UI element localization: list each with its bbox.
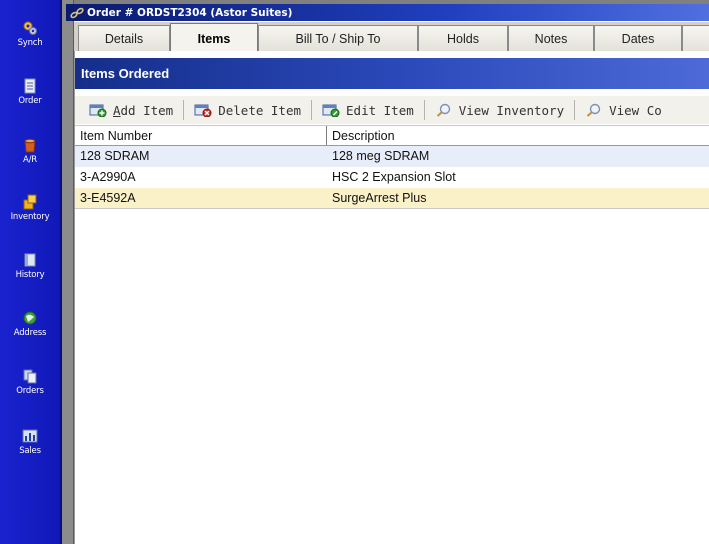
window-title: Order # ORDST2304 (Astor Suites) xyxy=(87,6,293,19)
view-inventory-label: View Inventory xyxy=(458,102,565,118)
sidebar-item-label: Order xyxy=(18,96,42,106)
column-header-item-number[interactable]: Item Number xyxy=(75,126,327,145)
sidebar-item-history[interactable]: History xyxy=(0,252,60,296)
sidebar: Synch Order A/R Inventory History Addres… xyxy=(0,0,62,544)
inventory-boxes-icon xyxy=(23,194,37,210)
item-number-cell: 128 SDRAM xyxy=(80,149,150,163)
view-inventory-button[interactable]: View Inventory xyxy=(429,98,570,122)
add-item-icon xyxy=(89,104,107,117)
tab-holds[interactable]: Holds xyxy=(418,25,508,52)
sidebar-item-ar[interactable]: A/R xyxy=(0,137,60,181)
edit-item-label: Edit Item xyxy=(346,102,414,118)
tab-notes[interactable]: Notes xyxy=(508,25,594,52)
section-header: Items Ordered xyxy=(75,58,709,89)
sales-chart-icon xyxy=(22,429,38,443)
tab-bill-to-ship-to[interactable]: Bill To / Ship To xyxy=(258,25,418,52)
item-number-cell: 3-E4592A xyxy=(80,191,136,205)
sidebar-item-order[interactable]: Order xyxy=(0,78,60,122)
tab-dates[interactable]: Dates xyxy=(594,25,682,52)
sidebar-item-label: Address xyxy=(13,328,47,338)
description-cell: SurgeArrest Plus xyxy=(332,191,427,205)
link-chain-icon xyxy=(70,7,84,18)
table-row[interactable]: 128 SDRAM 128 meg SDRAM xyxy=(75,146,709,167)
sidebar-item-inventory[interactable]: Inventory xyxy=(0,194,60,238)
edit-item-icon xyxy=(322,104,340,117)
orders-stack-icon xyxy=(23,369,37,384)
table-row-selected[interactable]: 3-E4592A SurgeArrest Plus xyxy=(75,188,709,209)
sidebar-item-label: Synch xyxy=(17,38,43,48)
tab-items[interactable]: Items xyxy=(170,23,258,53)
delete-item-button[interactable]: Delete Item xyxy=(188,98,307,122)
view-other-label: View Co xyxy=(609,102,662,118)
delete-item-icon xyxy=(194,104,212,117)
sidebar-item-sales[interactable]: Sales xyxy=(0,428,60,472)
toolbar-separator xyxy=(183,100,185,120)
splitter[interactable] xyxy=(62,0,74,544)
magnifier-icon xyxy=(586,103,601,117)
window-title-bar[interactable]: Order # ORDST2304 (Astor Suites) xyxy=(66,4,709,21)
table-row[interactable]: 3-A2990A HSC 2 Expansion Slot xyxy=(75,167,709,188)
item-number-cell: 3-A2990A xyxy=(80,170,136,184)
view-other-button[interactable]: View Co xyxy=(579,98,668,122)
ar-bucket-icon xyxy=(24,138,36,153)
description-cell: 128 meg SDRAM xyxy=(332,149,430,163)
sidebar-item-orders[interactable]: Orders xyxy=(0,368,60,412)
delete-item-label: Delete Item xyxy=(218,102,302,118)
history-book-icon xyxy=(24,253,36,267)
description-cell: HSC 2 Expansion Slot xyxy=(332,170,456,184)
address-globe-icon xyxy=(23,311,37,325)
edit-item-button[interactable]: Edit Item xyxy=(316,98,420,122)
sidebar-item-address[interactable]: Address xyxy=(0,310,60,354)
sidebar-item-synch[interactable]: Synch xyxy=(0,20,60,64)
add-item-button[interactable]: Add Item xyxy=(83,98,179,122)
order-document-icon xyxy=(24,78,36,94)
items-grid: Item Number Description 128 SDRAM 128 me… xyxy=(75,125,709,209)
magnifier-icon xyxy=(436,103,450,117)
tab-details[interactable]: Details xyxy=(78,25,170,52)
sidebar-item-label: History xyxy=(15,270,45,280)
toolbar-separator xyxy=(574,100,576,120)
items-toolbar: Add Item Delete Item Edit Item View Inve… xyxy=(75,96,709,124)
sidebar-item-label: Orders xyxy=(16,386,44,396)
synch-gears-icon xyxy=(23,21,37,35)
toolbar-separator xyxy=(311,100,313,120)
sidebar-item-label: Sales xyxy=(19,446,41,456)
tab-strip: Details Items Bill To / Ship To Holds No… xyxy=(74,21,709,53)
sidebar-item-label: A/R xyxy=(23,155,37,165)
toolbar-separator xyxy=(423,100,425,120)
add-item-label: Add Item xyxy=(113,102,174,118)
sidebar-item-label: Inventory xyxy=(10,212,50,222)
tab-overflow[interactable] xyxy=(682,25,709,52)
items-panel: Items Ordered Add Item Delete Item Edit … xyxy=(74,51,709,544)
column-header-description[interactable]: Description xyxy=(327,126,395,145)
grid-header: Item Number Description xyxy=(75,125,709,146)
section-title: Items Ordered xyxy=(81,66,170,81)
